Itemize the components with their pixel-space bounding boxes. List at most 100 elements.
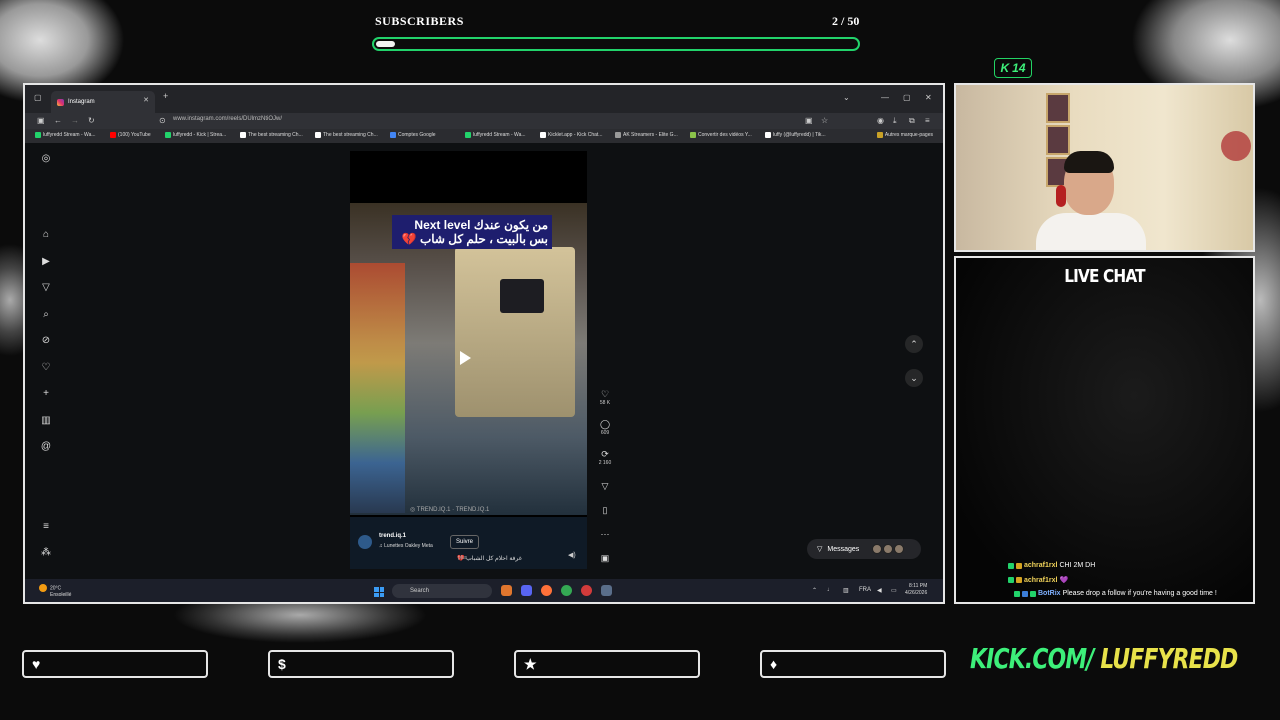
sidebar-toggle-icon[interactable]: ▣ xyxy=(37,116,45,125)
app-icon-6[interactable] xyxy=(601,585,612,596)
instagram-logo-icon[interactable]: ◎ xyxy=(39,153,53,164)
close-window-icon[interactable]: ✕ xyxy=(925,93,932,102)
share-icon[interactable]: ▽ xyxy=(595,481,615,492)
reel-caption-overlay: من يكون عندك Next level بس بالبيت ، حلم … xyxy=(392,215,552,249)
headset xyxy=(1056,185,1066,207)
coffee-machine xyxy=(455,247,575,417)
tab-list-icon[interactable]: ▢ xyxy=(34,93,42,102)
video-watermark: ◎ TREND.IQ.1 · TREND.IQ.1 xyxy=(410,507,490,513)
dashboard-icon[interactable]: ▥ xyxy=(39,415,53,426)
mute-icon[interactable]: ◀) xyxy=(568,551,576,559)
search-icon[interactable]: ⌕ xyxy=(39,309,53,320)
creator-avatar[interactable] xyxy=(358,535,372,549)
chat-username[interactable]: achraf1rxl xyxy=(1024,562,1057,569)
bookmarks-bar: luffyredd Stream - Wa... (100) YouTube luf… xyxy=(25,129,943,143)
menu-icon[interactable]: ≡ xyxy=(925,116,930,125)
site-info-icon[interactable]: ⊙ xyxy=(159,116,166,125)
more-caption-link[interactable]: plus ... xyxy=(458,555,473,561)
taskbar-search[interactable]: Search xyxy=(392,584,492,598)
bookmark-item[interactable]: Kicklet.app - Kick Chat... xyxy=(540,132,602,138)
like-action[interactable]: ♡ 58 K xyxy=(595,389,615,406)
more-options-icon[interactable]: ⋯ xyxy=(595,529,615,540)
chat-message: achraf1rxl 💜 xyxy=(1008,576,1068,584)
firefox-icon[interactable] xyxy=(541,585,552,596)
notifications-heart-icon[interactable]: ♡ xyxy=(39,362,53,373)
volume-icon[interactable]: ◀ xyxy=(877,587,882,594)
battery-icon[interactable]: ▭ xyxy=(891,587,897,594)
bookmark-label: Autres marque-pages xyxy=(884,132,933,138)
bookmark-item[interactable]: The best streaming Ch... xyxy=(315,132,378,138)
chrome-icon[interactable] xyxy=(561,585,572,596)
streamer-body xyxy=(1036,213,1146,250)
bookmark-item[interactable]: The best streaming Ch... xyxy=(240,132,303,138)
previous-reel-button[interactable]: ⌃ xyxy=(905,335,923,353)
language-indicator[interactable]: FRA xyxy=(859,587,871,593)
reel-player[interactable]: من يكون عندك Next level بس بالبيت ، حلم … xyxy=(350,151,587,569)
maximize-icon[interactable]: ▢ xyxy=(903,93,911,102)
bookmark-favicon-icon xyxy=(876,132,883,138)
create-plus-icon[interactable]: + xyxy=(39,388,53,399)
messages-button[interactable]: ▽ Messages xyxy=(807,539,921,559)
mic-icon[interactable]: ♩ xyxy=(827,587,833,593)
messages-nav-icon[interactable]: ▽ xyxy=(39,282,53,293)
comment-action[interactable]: ◯ 609 xyxy=(595,419,615,436)
reload-icon[interactable]: ↻ xyxy=(88,116,95,125)
chevron-down-icon[interactable]: ⌄ xyxy=(843,93,850,102)
heart-icon: ♥ xyxy=(32,656,41,672)
extensions-icon[interactable]: ⧉ xyxy=(909,116,915,126)
bookmark-item[interactable]: Comptes Google xyxy=(390,132,436,138)
save-bookmark-icon[interactable]: ▯ xyxy=(595,505,615,516)
also-from-meta-icon[interactable]: ⁂ xyxy=(39,547,53,558)
repost-action[interactable]: ⟳ 2 160 xyxy=(595,449,615,466)
url-field[interactable]: www.instagram.com/reels/DUlmzNtiOJw/ xyxy=(173,116,282,122)
address-bar: ▣ ← → ↻ ⊙ www.instagram.com/reels/DUlmzN… xyxy=(25,113,943,129)
back-icon[interactable]: ← xyxy=(54,116,62,125)
opera-gx-icon[interactable] xyxy=(581,585,592,596)
tray-chevron-icon[interactable]: ⌃ xyxy=(812,587,817,594)
minimize-icon[interactable]: — xyxy=(881,93,889,102)
taskbar-clock[interactable]: 8:11 PM 4/26/2026 xyxy=(905,583,927,597)
close-tab-icon[interactable]: ✕ xyxy=(143,96,149,104)
bookmark-item[interactable]: luffyredd Stream - Wa... xyxy=(35,132,96,138)
more-menu-icon[interactable]: ≡ xyxy=(39,521,53,532)
bookmark-label: The best streaming Ch... xyxy=(248,132,303,138)
weather-widget[interactable]: 20°C Ensoleillé xyxy=(39,584,71,599)
creator-username[interactable]: trend.iq.1 xyxy=(379,533,406,539)
discord-icon[interactable] xyxy=(521,585,532,596)
bookmark-item[interactable]: luffyredd Stream - Wa... xyxy=(465,132,526,138)
app-icon-1[interactable] xyxy=(501,585,512,596)
viewer-count: 14 xyxy=(1012,61,1026,75)
threads-icon[interactable]: @ xyxy=(39,441,53,452)
forward-icon[interactable]: → xyxy=(71,116,79,125)
bookmark-item[interactable]: Autres marque-pages xyxy=(876,132,933,138)
profile-icon[interactable]: ◉ xyxy=(877,116,884,125)
explore-icon[interactable]: ⊘ xyxy=(39,335,53,346)
home-icon[interactable]: ⌂ xyxy=(39,229,53,240)
bookmark-item[interactable]: (100) YouTube xyxy=(110,132,151,138)
bookmark-label: Convertir des vidéos Y... xyxy=(698,132,752,138)
audio-track[interactable]: ♫ Lunettes Oakley Meta xyxy=(379,543,433,549)
windows-start-icon[interactable] xyxy=(374,587,384,597)
reels-icon[interactable]: ▶ xyxy=(39,256,53,267)
next-reel-button[interactable]: ⌄ xyxy=(905,369,923,387)
instagram-favicon-icon xyxy=(57,98,64,106)
play-icon[interactable] xyxy=(460,351,471,365)
messages-icon: ▽ xyxy=(817,546,823,553)
new-tab-icon[interactable]: + xyxy=(163,91,168,101)
chat-username[interactable]: BotRix xyxy=(1038,590,1061,597)
wall-picture-1 xyxy=(1046,93,1070,123)
bookmark-item[interactable]: AK Streamers - Elite G... xyxy=(615,132,678,138)
bookmark-item[interactable]: luffy (@luffyredd) | Tik... xyxy=(765,132,826,138)
network-icon[interactable]: ▥ xyxy=(843,587,849,594)
audio-thumbnail-icon[interactable]: ▣ xyxy=(595,553,615,564)
bookmark-favicon-icon xyxy=(690,132,696,138)
bookmark-item[interactable]: Convertir des vidéos Y... xyxy=(690,132,752,138)
chat-username[interactable]: achraf1rxl xyxy=(1024,577,1057,584)
tab-instagram[interactable]: Instagram ✕ xyxy=(51,91,155,113)
screenshot-icon[interactable]: ▣ xyxy=(805,116,813,125)
repost-count: 2 160 xyxy=(598,460,612,466)
bookmark-item[interactable]: luffyredd - Kick | Strea... xyxy=(165,132,226,138)
download-icon[interactable]: ⤓ xyxy=(893,116,897,126)
bookmark-star-icon[interactable]: ☆ xyxy=(821,116,828,125)
follow-button[interactable]: Suivre xyxy=(450,535,480,549)
